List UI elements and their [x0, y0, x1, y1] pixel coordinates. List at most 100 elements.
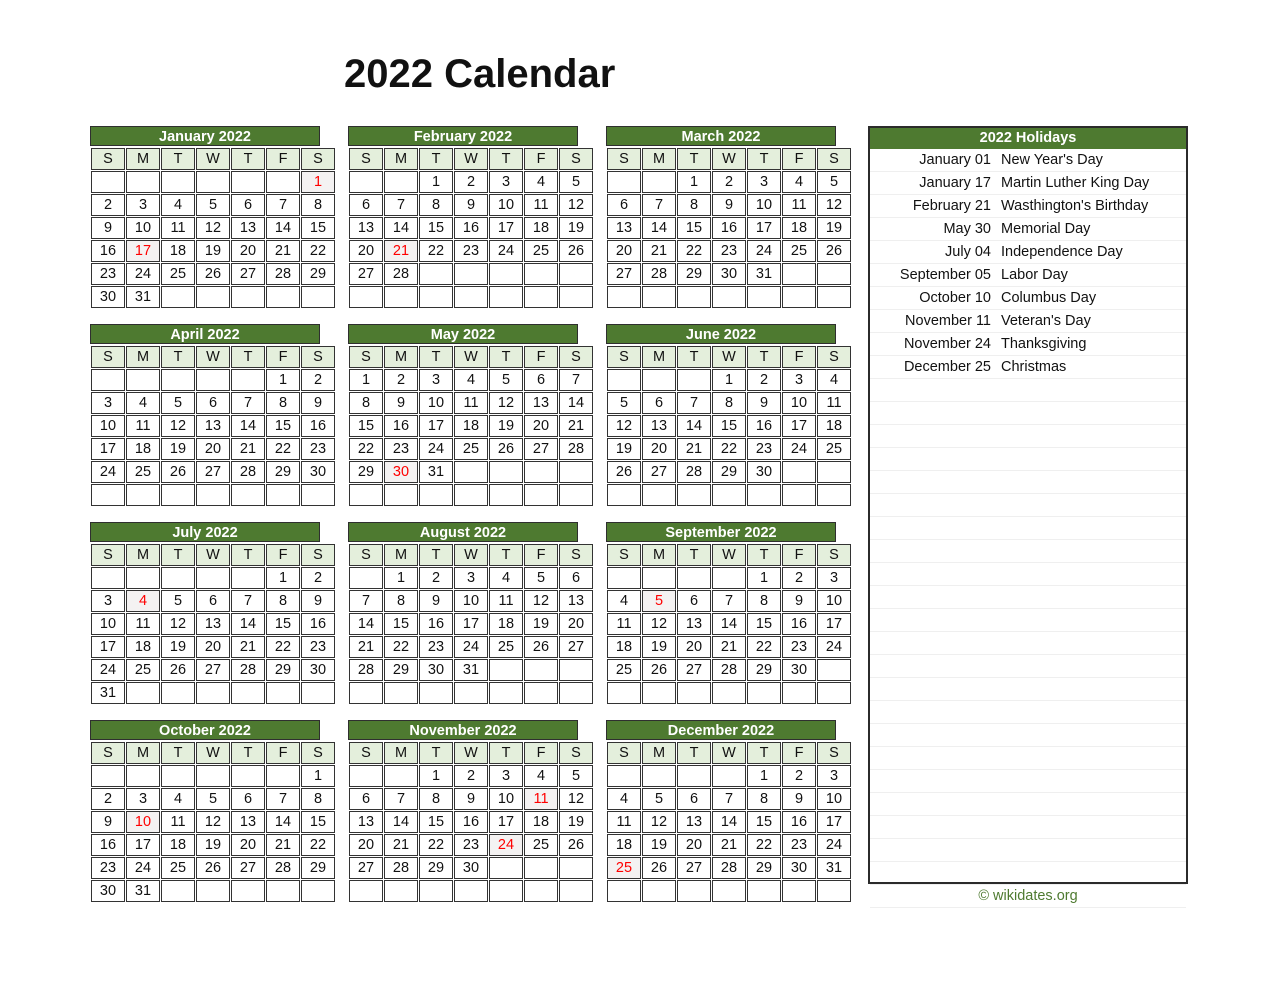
- day-cell[interactable]: 8: [349, 392, 383, 414]
- day-cell[interactable]: 27: [642, 461, 676, 483]
- day-cell[interactable]: 28: [559, 438, 593, 460]
- day-cell[interactable]: 22: [384, 636, 418, 658]
- day-cell[interactable]: 4: [817, 369, 851, 391]
- day-cell-holiday[interactable]: 17: [126, 240, 160, 262]
- day-cell[interactable]: 26: [489, 438, 523, 460]
- day-cell[interactable]: 27: [231, 857, 265, 879]
- day-cell[interactable]: 26: [161, 659, 195, 681]
- day-cell[interactable]: 24: [126, 263, 160, 285]
- day-cell[interactable]: 8: [419, 788, 453, 810]
- day-cell[interactable]: 7: [231, 590, 265, 612]
- day-cell[interactable]: 8: [747, 788, 781, 810]
- day-cell[interactable]: 7: [231, 392, 265, 414]
- day-cell[interactable]: 21: [231, 438, 265, 460]
- day-cell[interactable]: 2: [782, 567, 816, 589]
- day-cell[interactable]: 25: [161, 263, 195, 285]
- day-cell[interactable]: 22: [712, 438, 746, 460]
- day-cell[interactable]: 21: [642, 240, 676, 262]
- day-cell[interactable]: 11: [524, 194, 558, 216]
- day-cell[interactable]: 12: [196, 811, 230, 833]
- day-cell[interactable]: 28: [384, 263, 418, 285]
- day-cell[interactable]: 14: [266, 217, 300, 239]
- day-cell[interactable]: 22: [349, 438, 383, 460]
- day-cell[interactable]: 6: [642, 392, 676, 414]
- day-cell[interactable]: 26: [524, 636, 558, 658]
- day-cell[interactable]: 16: [782, 613, 816, 635]
- day-cell[interactable]: 20: [349, 834, 383, 856]
- day-cell[interactable]: 29: [384, 659, 418, 681]
- day-cell[interactable]: 26: [817, 240, 851, 262]
- day-cell[interactable]: 10: [817, 590, 851, 612]
- day-cell[interactable]: 9: [384, 392, 418, 414]
- day-cell[interactable]: 19: [161, 636, 195, 658]
- day-cell[interactable]: 5: [559, 171, 593, 193]
- day-cell[interactable]: 21: [559, 415, 593, 437]
- day-cell[interactable]: 21: [677, 438, 711, 460]
- day-cell[interactable]: 29: [747, 857, 781, 879]
- day-cell[interactable]: 11: [607, 811, 641, 833]
- day-cell[interactable]: 18: [161, 834, 195, 856]
- day-cell[interactable]: 5: [161, 590, 195, 612]
- day-cell[interactable]: 9: [747, 392, 781, 414]
- day-cell[interactable]: 14: [384, 811, 418, 833]
- day-cell[interactable]: 10: [126, 217, 160, 239]
- day-cell[interactable]: 15: [266, 613, 300, 635]
- day-cell[interactable]: 30: [747, 461, 781, 483]
- day-cell-holiday[interactable]: 5: [642, 590, 676, 612]
- day-cell[interactable]: 8: [677, 194, 711, 216]
- day-cell[interactable]: 2: [91, 788, 125, 810]
- day-cell[interactable]: 1: [419, 765, 453, 787]
- day-cell[interactable]: 12: [817, 194, 851, 216]
- day-cell[interactable]: 27: [559, 636, 593, 658]
- day-cell[interactable]: 18: [126, 438, 160, 460]
- day-cell[interactable]: 18: [524, 217, 558, 239]
- day-cell[interactable]: 7: [266, 194, 300, 216]
- day-cell-holiday[interactable]: 30: [384, 461, 418, 483]
- day-cell[interactable]: 5: [524, 567, 558, 589]
- day-cell[interactable]: 23: [384, 438, 418, 460]
- day-cell[interactable]: 2: [454, 765, 488, 787]
- day-cell[interactable]: 19: [524, 613, 558, 635]
- day-cell[interactable]: 5: [817, 171, 851, 193]
- day-cell[interactable]: 3: [454, 567, 488, 589]
- day-cell[interactable]: 16: [91, 240, 125, 262]
- day-cell[interactable]: 7: [712, 590, 746, 612]
- day-cell[interactable]: 15: [301, 811, 335, 833]
- day-cell[interactable]: 26: [161, 461, 195, 483]
- day-cell[interactable]: 11: [817, 392, 851, 414]
- day-cell[interactable]: 12: [161, 613, 195, 635]
- day-cell[interactable]: 19: [489, 415, 523, 437]
- day-cell[interactable]: 22: [677, 240, 711, 262]
- day-cell[interactable]: 3: [419, 369, 453, 391]
- day-cell[interactable]: 20: [196, 636, 230, 658]
- day-cell[interactable]: 31: [126, 286, 160, 308]
- day-cell[interactable]: 12: [559, 194, 593, 216]
- day-cell[interactable]: 10: [747, 194, 781, 216]
- day-cell[interactable]: 30: [91, 880, 125, 902]
- day-cell[interactable]: 15: [266, 415, 300, 437]
- day-cell[interactable]: 9: [91, 811, 125, 833]
- day-cell[interactable]: 28: [266, 857, 300, 879]
- day-cell[interactable]: 3: [91, 590, 125, 612]
- day-cell[interactable]: 3: [489, 171, 523, 193]
- day-cell[interactable]: 6: [196, 392, 230, 414]
- day-cell[interactable]: 7: [559, 369, 593, 391]
- day-cell[interactable]: 23: [747, 438, 781, 460]
- day-cell[interactable]: 20: [524, 415, 558, 437]
- day-cell[interactable]: 16: [419, 613, 453, 635]
- day-cell[interactable]: 7: [642, 194, 676, 216]
- day-cell[interactable]: 12: [489, 392, 523, 414]
- day-cell[interactable]: 9: [782, 590, 816, 612]
- day-cell[interactable]: 24: [126, 857, 160, 879]
- day-cell[interactable]: 4: [524, 765, 558, 787]
- day-cell[interactable]: 17: [782, 415, 816, 437]
- day-cell[interactable]: 7: [384, 194, 418, 216]
- day-cell[interactable]: 8: [301, 788, 335, 810]
- day-cell[interactable]: 11: [782, 194, 816, 216]
- day-cell[interactable]: 17: [126, 834, 160, 856]
- day-cell[interactable]: 25: [524, 240, 558, 262]
- day-cell[interactable]: 7: [266, 788, 300, 810]
- day-cell[interactable]: 8: [712, 392, 746, 414]
- day-cell[interactable]: 13: [559, 590, 593, 612]
- day-cell[interactable]: 20: [677, 636, 711, 658]
